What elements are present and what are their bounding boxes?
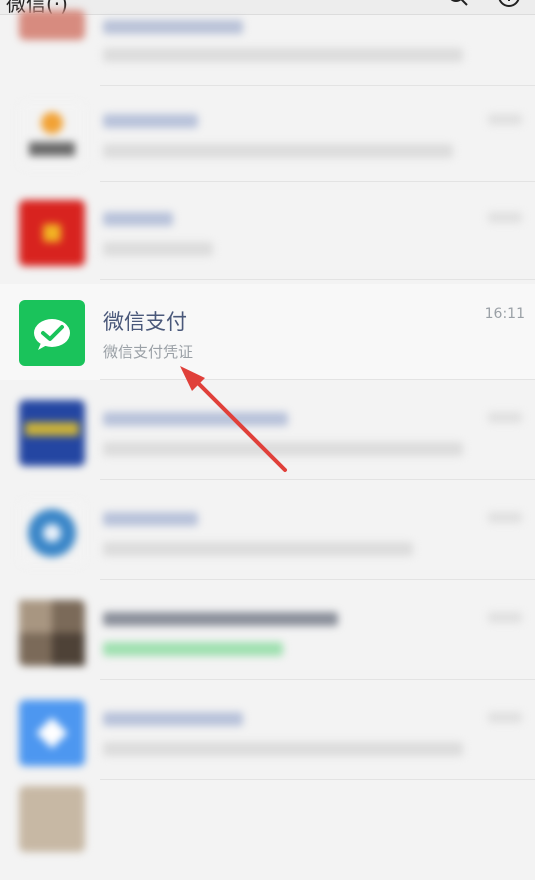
- chat-row-blurred[interactable]: [0, 0, 535, 86]
- avatar: [19, 102, 85, 168]
- chat-row-blurred[interactable]: [0, 784, 535, 880]
- chat-row-wechat-pay[interactable]: 微信支付 微信支付凭证 16:11: [0, 284, 535, 380]
- avatar: [19, 786, 85, 852]
- avatar: [19, 10, 85, 40]
- chat-preview: 微信支付凭证: [103, 343, 194, 361]
- chat-row-blurred[interactable]: [0, 684, 535, 780]
- chat-row-blurred[interactable]: [0, 86, 535, 182]
- avatar: [19, 700, 85, 766]
- chat-row-blurred[interactable]: [0, 584, 535, 680]
- avatar: [19, 600, 85, 666]
- wechat-pay-avatar: [19, 300, 85, 366]
- avatar: [19, 200, 85, 266]
- chat-row-blurred[interactable]: [0, 384, 535, 480]
- wechat-pay-icon: [34, 319, 70, 350]
- chat-row-blurred[interactable]: [0, 484, 535, 580]
- avatar: [19, 400, 85, 466]
- chat-row-blurred[interactable]: [0, 184, 535, 280]
- avatar: [19, 500, 85, 566]
- chat-name: 微信支付: [103, 310, 187, 334]
- chat-time: 16:11: [484, 306, 525, 322]
